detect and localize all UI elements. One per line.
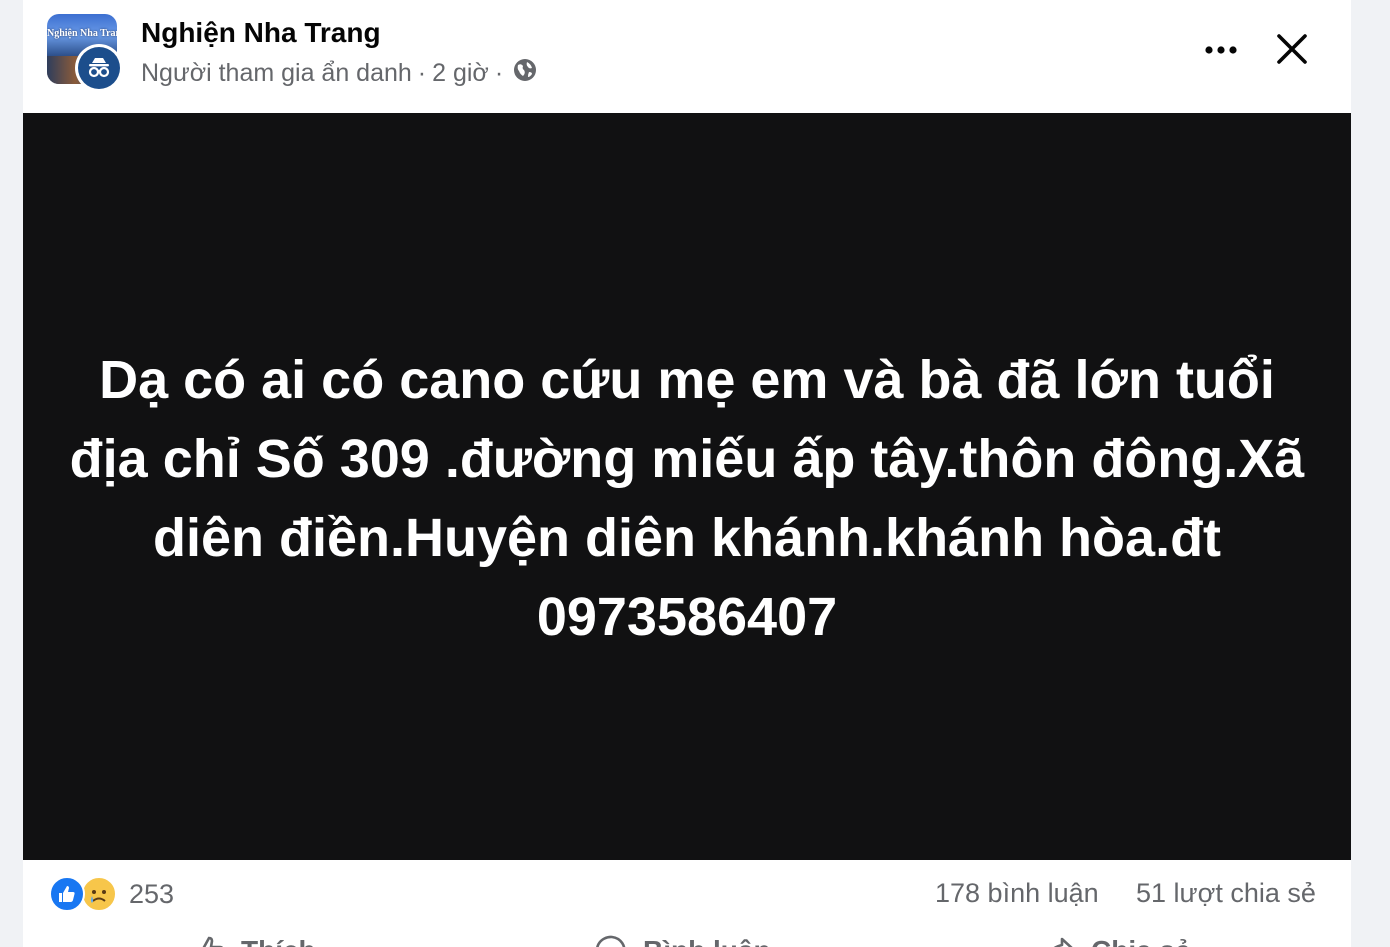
globe-icon[interactable] (513, 58, 537, 89)
post-card: Nghiện Nha Trang Nghiện Nha Trang Người … (23, 0, 1351, 947)
comment-icon (596, 935, 626, 947)
comment-label: Bình luận (643, 935, 771, 947)
more-options-button[interactable] (1199, 28, 1243, 72)
share-label: Chia sẻ (1091, 935, 1191, 947)
reactions-summary[interactable]: 253 (49, 874, 174, 914)
post-time-link[interactable]: 2 giờ (432, 59, 489, 88)
sad-icon (81, 876, 117, 912)
comment-button[interactable]: Bình luận (595, 934, 771, 947)
close-button[interactable] (1269, 26, 1315, 72)
avatar-text: Nghiện Nha Trang (47, 28, 117, 39)
share-button[interactable]: Chia sẻ (1043, 934, 1191, 947)
close-icon (1277, 34, 1307, 64)
page-name-link[interactable]: Nghiện Nha Trang (141, 17, 381, 49)
thumbs-up-icon (202, 936, 223, 947)
post-stats: 253 178 bình luận 51 lượt chia sẻ (23, 860, 1351, 928)
comment-count-link[interactable]: 178 bình luận (935, 878, 1099, 909)
anonymous-icon (78, 47, 120, 89)
meta-separator: · (494, 58, 504, 87)
post-meta: Người tham gia ẩn danh · 2 giờ · (141, 58, 537, 88)
post-body-text: Dạ có ai có cano cứu mẹ em và bà đã lớn … (69, 349, 1305, 647)
like-label: Thích (241, 935, 316, 947)
meta-separator: · (417, 58, 427, 87)
share-count-link[interactable]: 51 lượt chia sẻ (1136, 878, 1316, 909)
like-button[interactable]: Thích (193, 934, 316, 947)
like-icon (49, 876, 85, 912)
post-action-bar: Thích Bình luận Chia sẻ (23, 928, 1351, 947)
more-options-icon (1205, 46, 1237, 54)
anonymous-badge (75, 44, 123, 92)
reaction-count: 253 (129, 878, 175, 909)
share-icon (1053, 937, 1073, 947)
post-header: Nghiện Nha Trang Nghiện Nha Trang Người … (23, 0, 1351, 113)
post-text-image[interactable]: Dạ có ai có cano cứu mẹ em và bà đã lớn … (23, 113, 1351, 860)
author-label[interactable]: Người tham gia ẩn danh (141, 59, 412, 88)
